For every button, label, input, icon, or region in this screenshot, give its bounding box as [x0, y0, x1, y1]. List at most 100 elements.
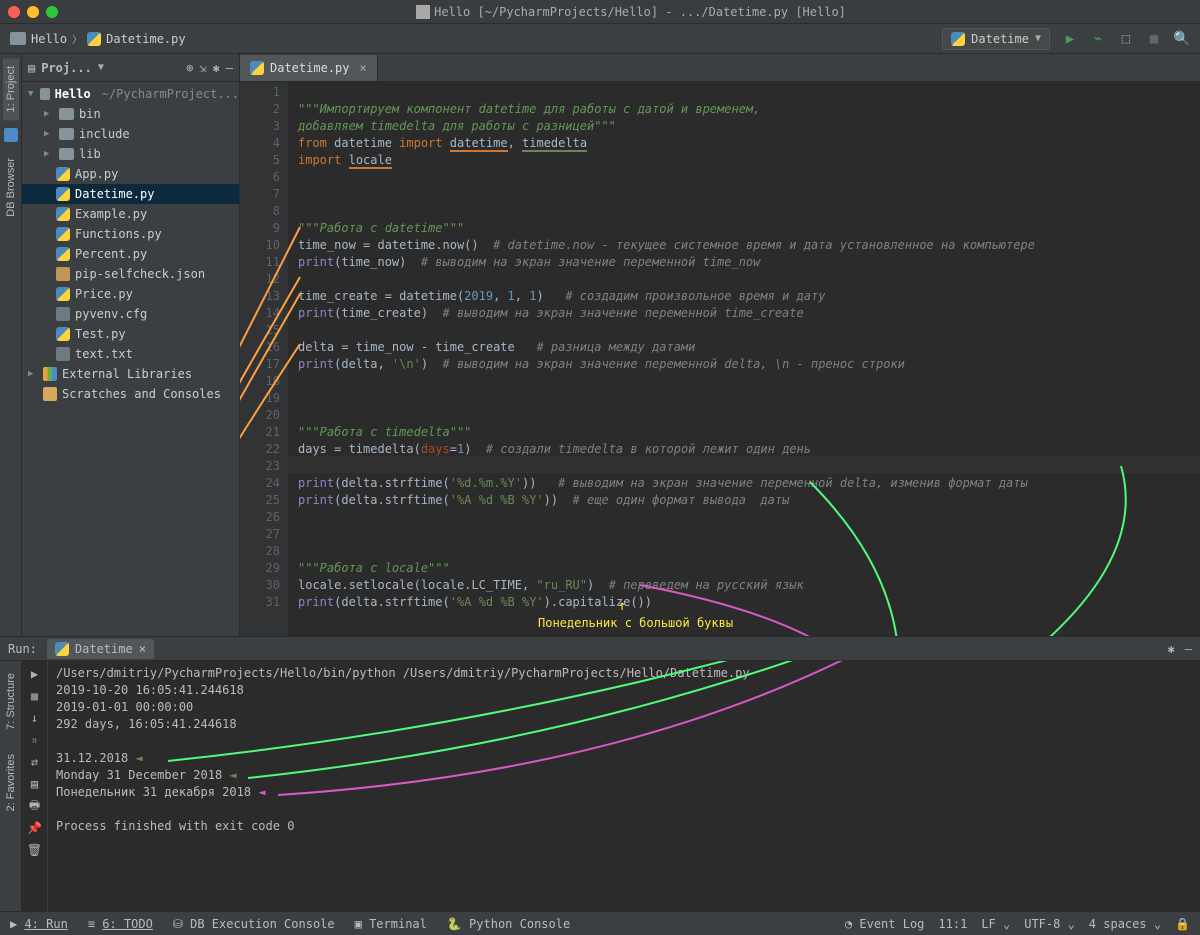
tree-file[interactable]: Price.py — [22, 284, 239, 304]
python-file-icon — [56, 327, 70, 341]
print-button[interactable]: 🖶 — [26, 797, 44, 815]
tree-scratches[interactable]: Scratches and Consoles — [22, 384, 239, 404]
tree-file-selected[interactable]: Datetime.py — [22, 184, 239, 204]
coverage-icon[interactable]: ⬚ — [1118, 31, 1134, 47]
tree-file[interactable]: Example.py — [22, 204, 239, 224]
window-title: Hello [~/PycharmProjects/Hello] - .../Da… — [70, 4, 1192, 20]
stop-button[interactable]: ■ — [26, 687, 44, 705]
tree-file[interactable]: pyvenv.cfg — [22, 304, 239, 324]
traffic-lights — [8, 6, 58, 18]
project-tree[interactable]: ▼Hello~/PycharmProject... ▶bin ▶include … — [22, 82, 239, 636]
cfg-file-icon — [56, 307, 70, 321]
hide-icon[interactable]: — — [1185, 642, 1192, 656]
tree-file[interactable]: text.txt — [22, 344, 239, 364]
breadcrumb[interactable]: Hello 〉 Datetime.py — [10, 31, 186, 46]
bottom-tab-db[interactable]: ⛁ DB Execution Console — [173, 917, 335, 931]
tree-external-libs[interactable]: ▶External Libraries — [22, 364, 239, 384]
run-config-dropdown[interactable]: Datetime ▼ — [942, 28, 1050, 50]
run-button[interactable]: ▶ — [1062, 31, 1078, 47]
python-file-icon — [56, 187, 70, 201]
bottom-tab-todo[interactable]: ≡ 6: TODO — [88, 917, 153, 931]
pin-button[interactable]: 📌 — [26, 819, 44, 837]
run-controls: ▶ ■ ↓ ⏸ ⇄ ▤ 🖶 📌 🗑 — [22, 661, 48, 911]
search-icon[interactable]: 🔍 — [1174, 31, 1190, 47]
cursor-position[interactable]: 11:1 — [938, 917, 967, 931]
project-header: ▤ Proj... ▼ ⊕ ⇲ ✱ — — [22, 54, 239, 82]
run-output[interactable]: /Users/dmitriy/PycharmProjects/Hello/bin… — [48, 661, 1200, 911]
lock-icon[interactable]: 🔒 — [1175, 917, 1190, 931]
tree-file[interactable]: pip-selfcheck.json — [22, 264, 239, 284]
encoding[interactable]: UTF-8 ⌄ — [1024, 917, 1075, 931]
event-log[interactable]: ◔ Event Log — [845, 917, 924, 931]
rerun-button[interactable]: ▶ — [26, 665, 44, 683]
editor-tabbar: Datetime.py × — [240, 54, 1200, 82]
chevron-down-icon[interactable]: ▼ — [98, 62, 104, 73]
python-file-icon — [951, 32, 965, 46]
python-file-icon — [56, 207, 70, 221]
tool-tab-structure[interactable]: 7: Structure — [3, 665, 19, 738]
layout-button[interactable]: ▤ — [26, 775, 44, 793]
code-area[interactable]: 1234567891011121314151617181920212223242… — [240, 82, 1200, 636]
folder-icon — [40, 88, 50, 100]
down-button[interactable]: ↓ — [26, 709, 44, 727]
bottom-tab-run[interactable]: ▶ 4: Run — [10, 917, 68, 931]
statusbar: ▶ 4: Run ≡ 6: TODO ⛁ DB Execution Consol… — [0, 911, 1200, 935]
tree-root[interactable]: ▼Hello~/PycharmProject... — [22, 84, 239, 104]
collapse-icon[interactable]: ⇲ — [199, 61, 206, 75]
left-tool-rail-bottom: 7: Structure 2: Favorites — [0, 661, 22, 911]
tree-folder[interactable]: ▶bin — [22, 104, 239, 124]
stop-button[interactable]: ■ — [1146, 31, 1162, 47]
left-tool-rail: 1: Project DB Browser — [0, 54, 22, 636]
bottom-tab-pyconsole[interactable]: 🐍 Python Console — [447, 917, 570, 931]
maximize-window-icon[interactable] — [46, 6, 58, 18]
app-icon — [416, 5, 430, 19]
hide-icon[interactable]: — — [226, 61, 233, 75]
text-file-icon — [56, 347, 70, 361]
trash-button[interactable]: 🗑 — [26, 841, 44, 859]
locate-icon[interactable]: ⊕ — [186, 61, 193, 75]
chevron-right-icon: 〉 — [72, 31, 82, 46]
editor: Datetime.py × 12345678910111213141516171… — [240, 54, 1200, 636]
debug-button[interactable]: ⌁ — [1090, 31, 1106, 47]
close-tab-icon[interactable]: × — [139, 642, 146, 656]
tree-file[interactable]: Functions.py — [22, 224, 239, 244]
editor-tab[interactable]: Datetime.py × — [240, 55, 378, 81]
titlebar: Hello [~/PycharmProjects/Hello] - .../Da… — [0, 0, 1200, 24]
json-file-icon — [56, 267, 70, 281]
project-view-icon[interactable]: ▤ — [28, 61, 35, 75]
line-ending[interactable]: LF ⌄ — [981, 917, 1010, 931]
tool-tab-favorites[interactable]: 2: Favorites — [3, 746, 19, 819]
python-file-icon — [56, 227, 70, 241]
code-content[interactable]: """Импортируем компонент datetime для ра… — [288, 82, 1200, 636]
line-gutter[interactable]: 1234567891011121314151617181920212223242… — [240, 82, 288, 636]
close-window-icon[interactable] — [8, 6, 20, 18]
gear-icon[interactable]: ✱ — [1168, 642, 1175, 656]
run-label: Run: — [8, 642, 37, 656]
tree-folder[interactable]: ▶include — [22, 124, 239, 144]
indent[interactable]: 4 spaces ⌄ — [1089, 917, 1161, 931]
tool-tab-db-browser[interactable]: DB Browser — [3, 150, 19, 225]
tree-file[interactable]: Percent.py — [22, 244, 239, 264]
tree-folder[interactable]: ▶lib — [22, 144, 239, 164]
breadcrumb-project: Hello — [31, 32, 67, 46]
pause-button[interactable]: ⏸ — [26, 731, 44, 749]
scratches-icon — [43, 387, 57, 401]
settings-icon[interactable]: ✱ — [213, 61, 220, 75]
minimize-window-icon[interactable] — [27, 6, 39, 18]
folder-icon — [59, 128, 74, 140]
python-file-icon — [250, 61, 264, 75]
chevron-down-icon: ▼ — [1035, 33, 1041, 44]
python-file-icon — [56, 247, 70, 261]
tree-file[interactable]: App.py — [22, 164, 239, 184]
tool-tab-project[interactable]: 1: Project — [3, 58, 19, 120]
python-file-icon — [56, 167, 70, 181]
bottom-tab-terminal[interactable]: ▣ Terminal — [355, 917, 427, 931]
db-browser-icon[interactable] — [4, 128, 18, 142]
close-tab-icon[interactable]: × — [359, 61, 366, 75]
toggle-button[interactable]: ⇄ — [26, 753, 44, 771]
python-file-icon — [56, 287, 70, 301]
folder-icon — [10, 32, 26, 45]
tree-file[interactable]: Test.py — [22, 324, 239, 344]
run-tool-window: Run: Datetime × ✱ — 7: Structure 2: Favo… — [0, 636, 1200, 911]
run-tab[interactable]: Datetime × — [47, 639, 154, 659]
